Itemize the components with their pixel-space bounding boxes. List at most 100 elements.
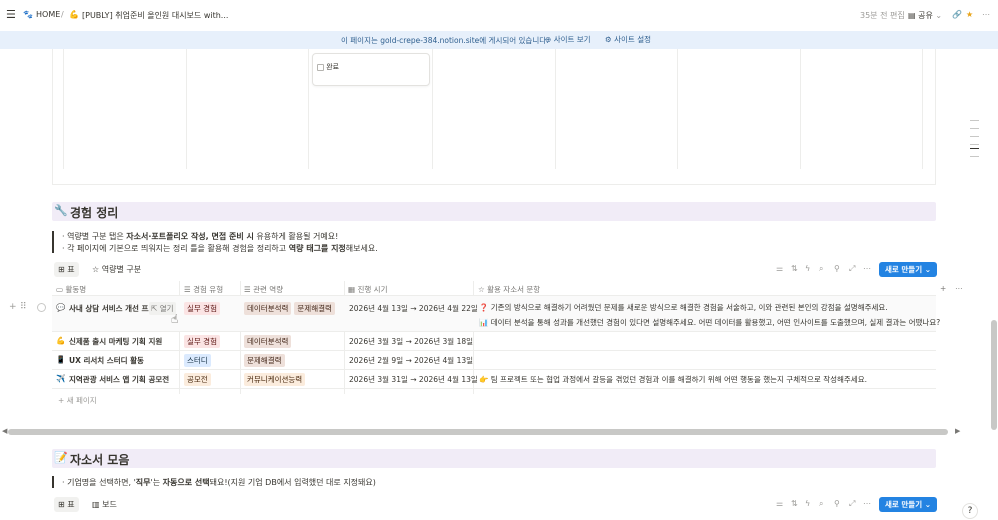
open-icon: ⇱ (151, 304, 158, 313)
table-row[interactable]: 💬 사내 상담 서비스 개선 프로젝트 ⇱ 열기 ☝ 실무 경험 데이터분석력문… (52, 296, 940, 332)
toc-line[interactable] (970, 128, 979, 129)
toc-line-active[interactable] (970, 148, 979, 149)
skill-tag: 커뮤니케이션능력 (244, 373, 306, 386)
automation-icon[interactable]: ϟ (805, 499, 810, 508)
site-settings-button[interactable]: ⚙ 사이트 설정 (605, 34, 651, 45)
expand-icon[interactable]: ⤢ (849, 499, 855, 509)
type-cell[interactable]: 실무 경험 (184, 302, 223, 315)
drag-handle-icon[interactable]: ⠿ (20, 302, 27, 312)
experience-quote-line1: · 역량별 구분 탭은 자소서·포트폴리오 작성, 면접 준비 시 유용하게 활… (62, 232, 339, 241)
tab-table[interactable]: ⊞ 표 (54, 262, 79, 277)
add-column-icon[interactable]: + (940, 284, 946, 293)
more-icon[interactable]: ⋯ (955, 284, 963, 293)
edited-time: 35분 전 편집 (860, 11, 905, 20)
question-item[interactable]: 👉 팀 프로젝트 또는 협업 과정에서 갈등을 겪었던 경험과 이를 해결하기 … (479, 374, 867, 385)
new-button[interactable]: 새로 만들기 ⌄ (879, 497, 938, 512)
column-header[interactable]: ☰ 관련 역량 (244, 284, 283, 295)
question-item[interactable]: ❓ 기존의 방식으로 해결하기 어려웠던 문제를 새로운 방식으로 해결한 경험… (479, 302, 888, 313)
cover-letter-view-bar: ⊞ 표 ▥ 보드 ⚌ ⇅ ϟ ⌕ ⚲ ⤢ ⋯ 새로 만들기 ⌄ (52, 497, 938, 513)
search-icon[interactable]: ⚲ (834, 264, 840, 273)
scroll-left-icon[interactable]: ◀ (2, 427, 7, 435)
automation-icon[interactable]: ϟ (805, 264, 810, 273)
star-icon[interactable]: ★ (966, 10, 973, 19)
toc-line[interactable] (970, 120, 979, 121)
skills-cell[interactable]: 커뮤니케이션능력 (244, 373, 308, 386)
scroll-right-icon[interactable]: ▶ (955, 427, 960, 435)
share-button[interactable]: ▤ 공유 ⌄ (908, 10, 942, 21)
row-name[interactable]: UX 리서치 스터디 활동 (69, 355, 144, 366)
skill-tag: 데이터분석력 (244, 302, 292, 315)
skills-cell[interactable]: 데이터분석력 문제해결력 (244, 302, 338, 315)
row-select-checkbox[interactable] (37, 303, 46, 312)
share-label: 공유 (918, 11, 933, 20)
type-cell[interactable]: 실무 경험 (184, 335, 223, 348)
column-header[interactable]: ☰ 경험 유형 (184, 284, 223, 295)
tab-board[interactable]: ▥ 보드 (92, 499, 117, 510)
new-button[interactable]: 새로 만들기 ⌄ (879, 262, 938, 277)
menu-icon[interactable]: ☰ (6, 8, 16, 21)
experience-heading: 🔧 경험 정리 (52, 202, 936, 221)
more-icon[interactable]: ⋯ (863, 499, 871, 508)
list-icon: ☰ (244, 285, 251, 294)
banner-text: 이 페이지는 gold-crepe-384.notion.site에 게시되어 … (341, 36, 549, 45)
more-icon[interactable]: ⋯ (982, 10, 990, 19)
period-cell[interactable]: 2026년 3월 3일 → 2026년 3월 18일 (349, 336, 473, 347)
filter-icon[interactable]: ⚌ (776, 499, 783, 508)
question-item[interactable]: 📊 데이터 분석을 통해 성과를 개선했던 경험이 있다면 설명해주세요. 어떤… (479, 317, 940, 328)
skills-cell[interactable]: 데이터분석력 (244, 335, 294, 348)
row-name[interactable]: 신제품 출시 마케팅 기획 지원 (69, 336, 162, 347)
table-row[interactable]: 💪 신제품 출시 마케팅 기획 지원 실무 경험 데이터분석력 2026년 3월… (52, 332, 936, 351)
vertical-scrollbar[interactable] (991, 320, 997, 430)
link-icon[interactable]: 🔗 (952, 10, 962, 19)
search-icon[interactable]: ⌕ (819, 264, 823, 274)
sort-icon[interactable]: ⇅ (791, 264, 798, 273)
tab-skill-group[interactable]: ☆ 역량별 구분 (92, 264, 141, 275)
tab-table[interactable]: ⊞ 표 (54, 497, 79, 512)
row-icon: ✈️ (56, 374, 66, 383)
view-site-button[interactable]: ⊕ 사이트 보기 (545, 34, 591, 45)
skills-cell[interactable]: 문제해결력 (244, 354, 288, 367)
breadcrumb-home[interactable]: HOME (36, 10, 60, 19)
period-cell[interactable]: 2026년 4월 13일 → 2026년 4월 22일 (349, 303, 478, 314)
breadcrumb-separator: / (61, 10, 64, 19)
toc-line[interactable] (970, 136, 979, 137)
banner-site-link[interactable]: gold-crepe-384.notion.site (380, 36, 479, 45)
search-icon[interactable]: ⚲ (834, 499, 840, 508)
row-name[interactable]: 사내 상담 서비스 개선 프로젝트 (69, 303, 149, 314)
experience-quote-line2: · 각 페이지에 기본으로 띄워지는 정리 틀을 활용해 경험을 정리하고 역량… (62, 244, 378, 253)
star-outline-icon: ☆ (92, 265, 100, 274)
more-icon[interactable]: ⋯ (863, 264, 871, 273)
table-row[interactable]: 📱 UX 리서치 스터디 활동 스터디 문제해결력 2026년 2월 9일 → … (52, 351, 936, 370)
horizontal-scrollbar[interactable] (8, 429, 948, 435)
toc-line[interactable] (970, 156, 979, 157)
chevron-down-icon: ⌄ (935, 11, 943, 20)
calendar-icon: ▦ (348, 285, 356, 294)
expand-icon[interactable]: ⤢ (849, 264, 855, 274)
filter-icon[interactable]: ⚌ (776, 264, 783, 273)
period-cell[interactable]: 2026년 3월 31일 → 2026년 4월 13일 (349, 374, 478, 385)
add-row-icon[interactable]: + (9, 302, 17, 312)
sort-icon[interactable]: ⇅ (791, 499, 798, 508)
column-header[interactable]: ▦ 진행 시기 (348, 284, 387, 295)
table-row[interactable]: ✈️ 지역관광 서비스 앱 기획 공모전 공모전 커뮤니케이션능력 2026년 … (52, 370, 936, 389)
published-banner: 이 페이지는 gold-crepe-384.notion.site에 게시되어 … (0, 31, 998, 49)
table-icon: ⊞ (58, 500, 65, 509)
skill-tag: 문제해결력 (294, 302, 335, 315)
new-page-button[interactable]: + 새 페이지 (58, 395, 97, 406)
search-icon[interactable]: ⌕ (819, 499, 823, 509)
row-name[interactable]: 지역관광 서비스 앱 기획 공모전 (69, 374, 169, 385)
quote-bar (52, 476, 54, 488)
type-cell[interactable]: 공모전 (184, 373, 214, 386)
type-cell[interactable]: 스터디 (184, 354, 214, 367)
help-icon[interactable]: ? (962, 503, 978, 519)
wrench-icon: 🔧 (54, 204, 68, 217)
checkbox-icon[interactable] (317, 63, 324, 71)
board-card[interactable]: 완료 (312, 53, 430, 86)
toc-line[interactable] (970, 144, 979, 145)
row-icon: 💪 (56, 336, 66, 345)
column-header[interactable]: ▭ 활동명 (56, 284, 86, 295)
breadcrumb-page-title[interactable]: [PUBLY] 취업준비 올인원 대시보드 with... (82, 10, 228, 21)
column-header[interactable]: ☆ 활용 자소서 문항 (478, 284, 540, 295)
pointing-hand-icon: 👉 (479, 375, 489, 384)
period-cell[interactable]: 2026년 2월 9일 → 2026년 4월 13일 (349, 355, 473, 366)
